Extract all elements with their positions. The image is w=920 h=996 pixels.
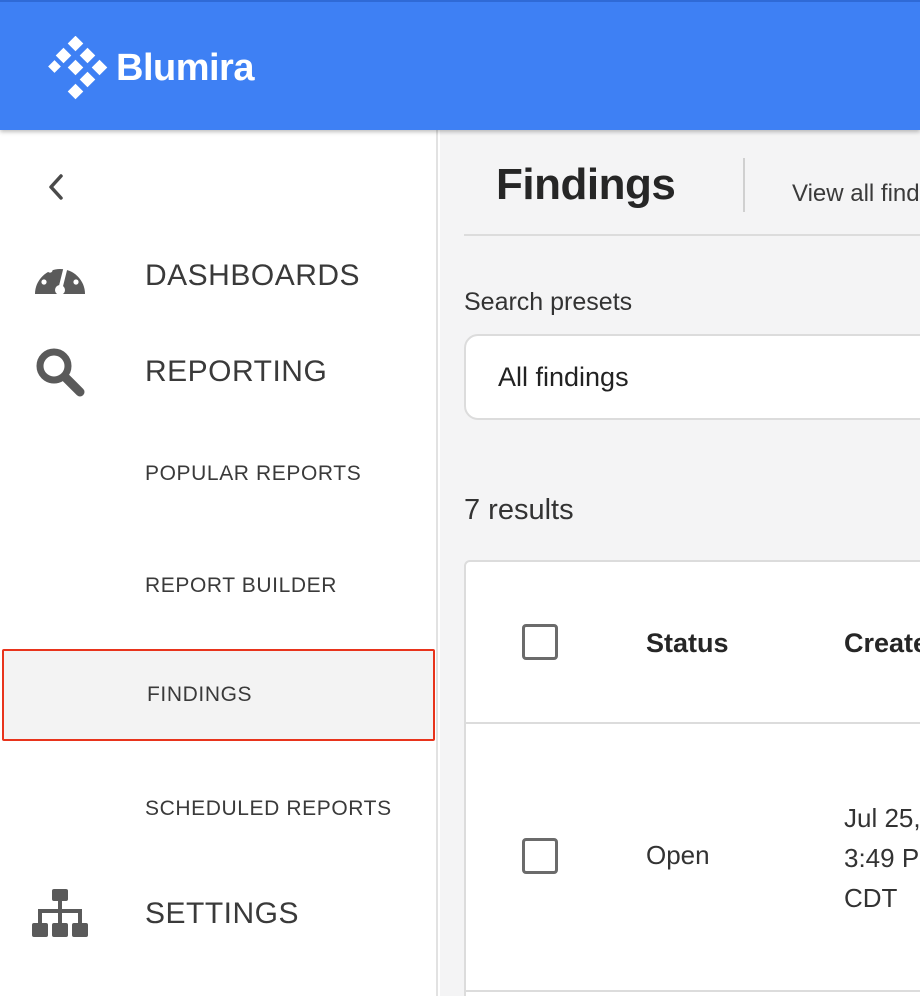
page-title: Findings [496,160,676,209]
sidebar-item-label: DASHBOARDS [145,259,361,292]
search-presets-label: Search presets [464,288,633,316]
table-row[interactable]: Open Jul 25, 3:49 PM CDT [466,726,920,992]
select-all-checkbox[interactable] [522,624,558,660]
brand-logo[interactable]: Blumira [48,36,254,100]
sidebar-item-dashboards[interactable]: DASHBOARDS [0,236,438,316]
search-icon [30,342,90,402]
sidebar-item-label: REPORT BUILDER [145,574,338,597]
blumira-logo-icon [48,36,108,100]
search-presets-select[interactable]: All findings [464,334,920,420]
page-subtitle: View all findings [792,180,920,207]
sitemap-icon [30,884,90,944]
top-bar: Blumira [0,0,920,130]
sidebar-item-scheduled-reports[interactable]: SCHEDULED REPORTS [0,763,438,855]
header-divider [464,234,920,236]
sidebar-item-label: SETTINGS [145,897,300,930]
row-created-timezone: CDT [844,883,898,913]
row-checkbox[interactable] [522,838,558,874]
chevron-left-icon[interactable] [42,172,70,202]
row-created-date: Jul 25, [844,803,920,833]
table-header: Status Created [466,562,920,724]
sidebar-item-label: REPORTING [145,355,328,388]
sidebar-item-reporting[interactable]: REPORTING [0,332,438,412]
main-content: Findings View all findings Search preset… [440,130,920,996]
column-header-created[interactable]: Created [844,628,920,659]
sidebar-item-findings[interactable]: FINDINGS [2,649,435,741]
search-presets-value: All findings [498,361,629,392]
speedometer-icon [30,246,90,306]
sidebar-item-label: SCHEDULED REPORTS [145,797,392,820]
findings-table: Status Created Open Jul 25, 3:49 PM CDT [464,560,920,996]
sidebar-item-label: FINDINGS [147,683,253,706]
brand-name: Blumira [116,46,254,89]
row-created-time: 3:49 PM [844,843,920,873]
column-header-status[interactable]: Status [646,628,729,659]
sidebar-item-label: POPULAR REPORTS [145,462,362,485]
row-status: Open [646,840,710,870]
results-count: 7 results [464,494,574,526]
title-divider [743,158,745,212]
sidebar-item-settings[interactable]: SETTINGS [0,874,438,954]
row-created: Jul 25, 3:49 PM CDT [844,798,920,918]
sidebar-item-popular-reports[interactable]: POPULAR REPORTS [0,428,438,520]
sidebar-item-report-builder[interactable]: REPORT BUILDER [0,540,438,632]
